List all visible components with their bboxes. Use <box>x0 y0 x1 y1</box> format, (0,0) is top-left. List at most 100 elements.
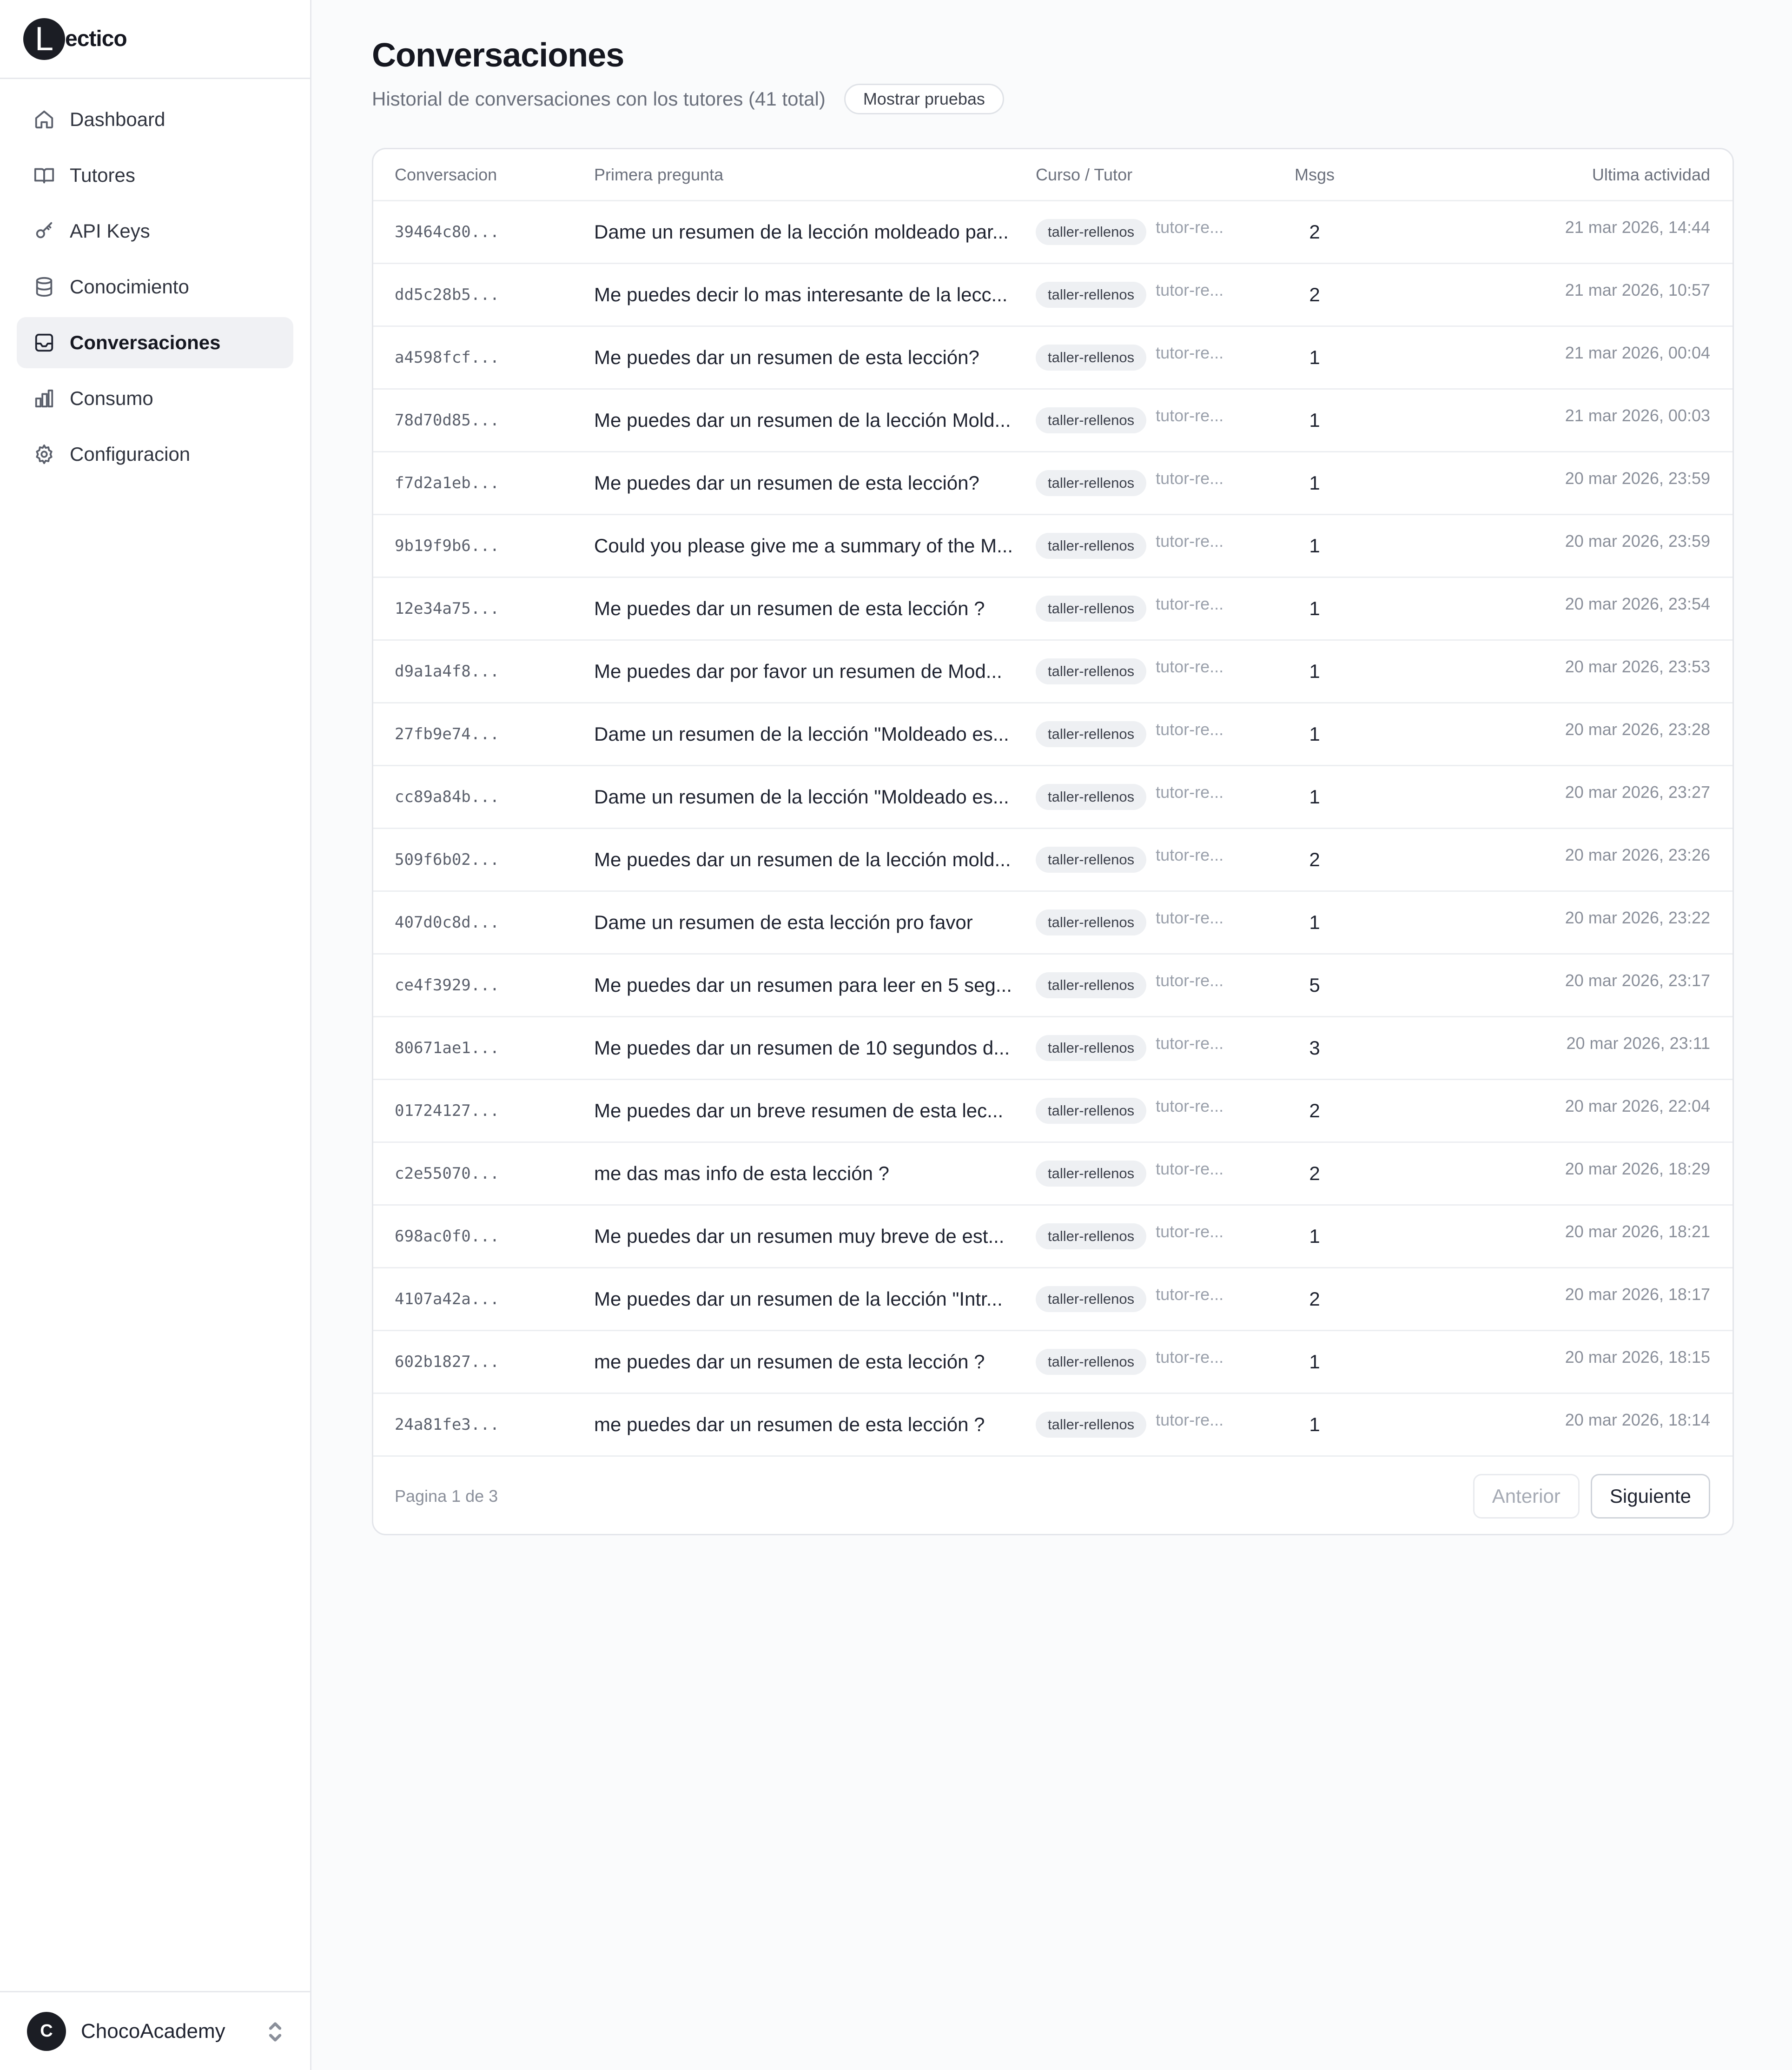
course-tutor-cell: taller-rellenos tutor-re... <box>1036 406 1285 433</box>
course-tutor-cell: taller-rellenos tutor-re... <box>1036 343 1285 371</box>
table-row[interactable]: c2e55070... me das mas info de esta lecci… <box>373 1143 1732 1206</box>
book-open-icon <box>34 168 54 184</box>
message-count: 2 <box>1309 221 1320 243</box>
course-badge: taller-rellenos <box>1036 1223 1147 1249</box>
course-tutor-cell: taller-rellenos tutor-re... <box>1036 1285 1285 1312</box>
sidebar-item-label: Consumo <box>70 387 153 409</box>
first-question: Me puedes decir lo mas interesante de la… <box>594 284 1008 305</box>
table-row[interactable]: 9b19f9b6... Could you please give me a su… <box>373 515 1732 578</box>
first-question: Me puedes dar un resumen muy breve de es… <box>594 1225 1005 1247</box>
table-row[interactable]: 01724127... Me puedes dar un breve resume… <box>373 1080 1732 1143</box>
last-activity: 21 mar 2026, 00:04 <box>1565 343 1710 362</box>
first-question: Me puedes dar un resumen de esta lección… <box>594 346 979 368</box>
course-badge: taller-rellenos <box>1036 1098 1147 1124</box>
table-row[interactable]: f7d2a1eb... Me puedes dar un resumen de e… <box>373 452 1732 515</box>
brand-mark: L <box>23 18 65 60</box>
first-question: Me puedes dar un resumen de la lección M… <box>594 409 1011 431</box>
conversation-id: 78d70d85... <box>395 411 500 430</box>
sidebar-item-conocimiento[interactable]: Conocimiento <box>17 261 293 312</box>
table-row[interactable]: cc89a84b... Dame un resumen de la lección… <box>373 766 1732 829</box>
first-question: me puedes dar un resumen de esta lección… <box>594 1413 985 1435</box>
first-question: Me puedes dar un resumen de 10 segundos … <box>594 1037 1010 1059</box>
course-badge: taller-rellenos <box>1036 1035 1147 1061</box>
course-tutor-cell: taller-rellenos tutor-re... <box>1036 469 1285 496</box>
message-count: 1 <box>1309 597 1320 619</box>
course-tutor-cell: taller-rellenos tutor-re... <box>1036 1222 1285 1249</box>
column-header-conversation: Conversacion <box>395 165 497 184</box>
table-row[interactable]: 509f6b02... Me puedes dar un resumen de l… <box>373 829 1732 892</box>
first-question: Could you please give me a summary of th… <box>594 535 1013 557</box>
course-tutor-cell: taller-rellenos tutor-re... <box>1036 971 1285 998</box>
tutor-name: tutor-re... <box>1156 908 1224 927</box>
table-row[interactable]: 27fb9e74... Dame un resumen de la lección… <box>373 703 1732 766</box>
sidebar-item-label: Tutores <box>70 164 135 186</box>
table-row[interactable]: 80671ae1... Me puedes dar un resumen de 1… <box>373 1017 1732 1080</box>
sidebar-item-configuracion[interactable]: Configuracion <box>17 429 293 480</box>
tutor-name: tutor-re... <box>1156 971 1224 990</box>
conversation-id: c2e55070... <box>395 1164 500 1183</box>
table-row[interactable]: 78d70d85... Me puedes dar un resumen de l… <box>373 390 1732 452</box>
tutor-name: tutor-re... <box>1156 406 1224 425</box>
message-count: 1 <box>1309 911 1320 933</box>
tutor-name: tutor-re... <box>1156 531 1224 551</box>
message-count: 2 <box>1309 1100 1320 1121</box>
tutor-name: tutor-re... <box>1156 469 1224 488</box>
sidebar-item-api-keys[interactable]: API Keys <box>17 206 293 257</box>
course-badge: taller-rellenos <box>1036 847 1147 873</box>
key-icon <box>36 222 53 239</box>
table-header: Conversacion Primera pregunta Curso / Tu… <box>373 149 1732 201</box>
message-count: 1 <box>1309 1225 1320 1247</box>
table-row[interactable]: 39464c80... Dame un resumen de la lección… <box>373 201 1732 264</box>
sidebar-item-dashboard[interactable]: Dashboard <box>17 94 293 145</box>
table-row[interactable]: 698ac0f0... Me puedes dar un resumen muy … <box>373 1206 1732 1268</box>
column-header-last-activity: Ultima actividad <box>1592 165 1710 184</box>
conversation-id: dd5c28b5... <box>395 285 500 304</box>
table-row[interactable]: d9a1a4f8... Me puedes dar por favor un re… <box>373 641 1732 703</box>
course-badge: taller-rellenos <box>1036 1286 1147 1312</box>
last-activity: 20 mar 2026, 22:04 <box>1565 1096 1710 1115</box>
last-activity: 20 mar 2026, 23:11 <box>1566 1034 1710 1053</box>
table-row[interactable]: 24a81fe3... me puedes dar un resumen de e… <box>373 1394 1732 1457</box>
sidebar-item-tutores[interactable]: Tutores <box>17 150 293 201</box>
conversation-id: 24a81fe3... <box>395 1415 500 1434</box>
tutor-name: tutor-re... <box>1156 783 1224 802</box>
brand-logo[interactable]: L ectico <box>0 0 310 79</box>
message-count: 1 <box>1309 409 1320 431</box>
conversation-id: 407d0c8d... <box>395 913 500 932</box>
tutor-name: tutor-re... <box>1156 343 1224 362</box>
sidebar-item-consumo[interactable]: Consumo <box>17 373 293 424</box>
course-tutor-cell: taller-rellenos tutor-re... <box>1036 1347 1285 1375</box>
column-header-question: Primera pregunta <box>594 165 724 184</box>
sidebar-item-conversaciones[interactable]: Conversaciones <box>17 317 293 368</box>
conversation-id: 39464c80... <box>395 223 500 241</box>
message-count: 2 <box>1309 284 1320 305</box>
table-row[interactable]: 12e34a75... Me puedes dar un resumen de e… <box>373 578 1732 641</box>
table-row[interactable]: ce4f3929... Me puedes dar un resumen para… <box>373 955 1732 1017</box>
table-row[interactable]: 602b1827... me puedes dar un resumen de e… <box>373 1331 1732 1394</box>
last-activity: 21 mar 2026, 14:44 <box>1565 218 1710 237</box>
conversation-id: 698ac0f0... <box>395 1227 500 1246</box>
table-row[interactable]: 407d0c8d... Dame un resumen de esta lecci… <box>373 892 1732 955</box>
course-badge: taller-rellenos <box>1036 282 1147 308</box>
first-question: Dame un resumen de esta lección pro favo… <box>594 911 973 933</box>
course-tutor-cell: taller-rellenos tutor-re... <box>1036 1159 1285 1187</box>
last-activity: 20 mar 2026, 18:15 <box>1565 1347 1710 1367</box>
tutor-name: tutor-re... <box>1156 1096 1224 1115</box>
last-activity: 20 mar 2026, 18:29 <box>1565 1159 1710 1178</box>
message-count: 5 <box>1309 974 1320 996</box>
course-tutor-cell: taller-rellenos tutor-re... <box>1036 280 1285 308</box>
org-switcher[interactable]: C ChocoAcademy <box>0 1991 310 2070</box>
table-row[interactable]: a4598fcf... Me puedes dar un resumen de e… <box>373 327 1732 390</box>
message-count: 1 <box>1309 786 1320 808</box>
tutor-name: tutor-re... <box>1156 1222 1224 1241</box>
table-row[interactable]: dd5c28b5... Me puedes decir lo mas intere… <box>373 264 1732 327</box>
next-page-button[interactable]: Siguiente <box>1590 1474 1710 1519</box>
tutor-name: tutor-re... <box>1156 720 1224 739</box>
first-question: Dame un resumen de la lección "Moldeado … <box>594 786 1009 808</box>
message-count: 2 <box>1309 1288 1320 1310</box>
table-row[interactable]: 4107a42a... Me puedes dar un resumen de l… <box>373 1268 1732 1331</box>
show-tests-button[interactable]: Mostrar pruebas <box>844 84 1004 114</box>
conversation-id: 01724127... <box>395 1101 500 1120</box>
tutor-name: tutor-re... <box>1156 280 1224 299</box>
previous-page-button[interactable]: Anterior <box>1473 1474 1580 1519</box>
